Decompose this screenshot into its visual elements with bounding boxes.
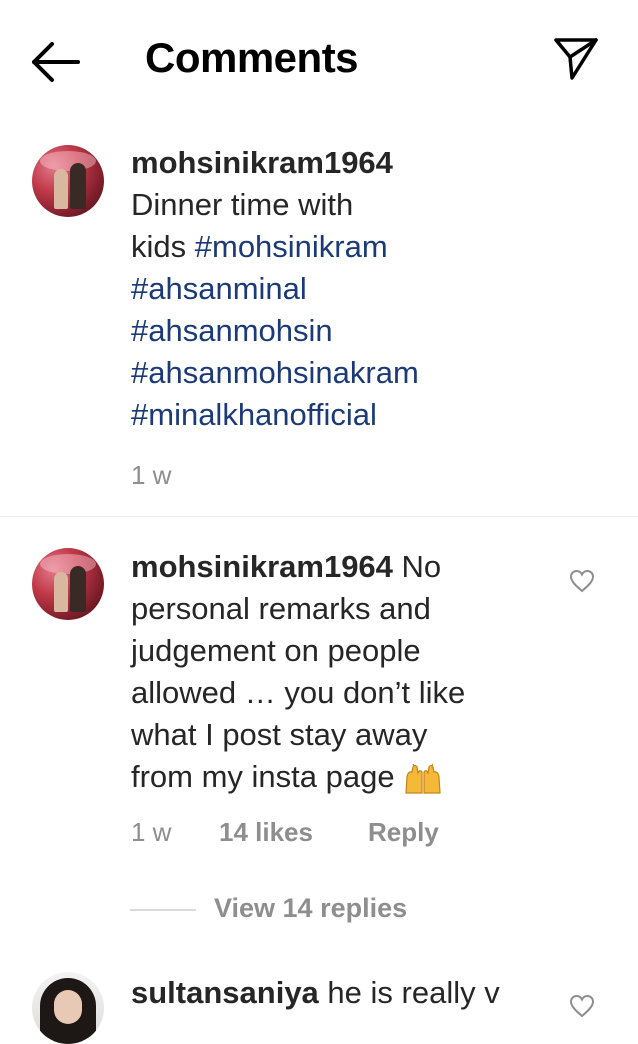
avatar[interactable] (32, 972, 104, 1044)
hashtag-link[interactable]: #mohsinikram (195, 229, 388, 264)
divider (0, 516, 638, 517)
comment-line: what I post stay away (131, 717, 428, 752)
comment-username[interactable]: mohsinikram1964 (131, 549, 393, 584)
comment-line: from my insta page (131, 759, 404, 794)
heart-icon[interactable] (569, 569, 595, 593)
caption-line: kids (131, 229, 195, 264)
raising-hands-emoji (405, 763, 441, 794)
avatar[interactable] (32, 548, 104, 620)
caption-time: 1 w (131, 460, 172, 490)
caption-text: mohsinikram1964 Dinner time with kids #m… (131, 142, 419, 436)
view-replies-button[interactable]: View 14 replies (214, 893, 407, 924)
comment-line: judgement on people (131, 633, 421, 668)
heart-icon[interactable] (569, 994, 595, 1018)
comment-username[interactable]: sultansaniya (131, 975, 319, 1010)
comment-line: he is really v (318, 975, 500, 1010)
hashtag-link[interactable]: #ahsanmohsin (131, 313, 333, 348)
reply-button[interactable]: Reply (368, 817, 439, 848)
hashtag-link[interactable]: #ahsanminal (131, 271, 307, 306)
comment-line: allowed … you don’t like (131, 675, 466, 710)
comment-line: personal remarks and (131, 591, 431, 626)
caption-line: Dinner time with (131, 187, 354, 222)
comment-line: No (392, 549, 442, 584)
arrow-left-icon[interactable] (28, 40, 82, 84)
hashtag-link[interactable]: #minalkhanofficial (131, 397, 377, 432)
hashtag-link[interactable]: #ahsanmohsinakram (131, 355, 419, 390)
replies-divider-line (130, 909, 196, 911)
caption-username[interactable]: mohsinikram1964 (131, 145, 393, 180)
comment-text: mohsinikram1964 No personal remarks and … (131, 546, 551, 798)
likes-count[interactable]: 14 likes (219, 817, 313, 848)
comment-text: sultansaniya he is really v (131, 972, 551, 1014)
avatar[interactable] (32, 145, 104, 217)
comment-time: 1 w (131, 817, 172, 847)
top-bar: Comments (0, 0, 638, 120)
paper-plane-icon[interactable] (553, 36, 599, 80)
page-title: Comments (145, 34, 359, 81)
